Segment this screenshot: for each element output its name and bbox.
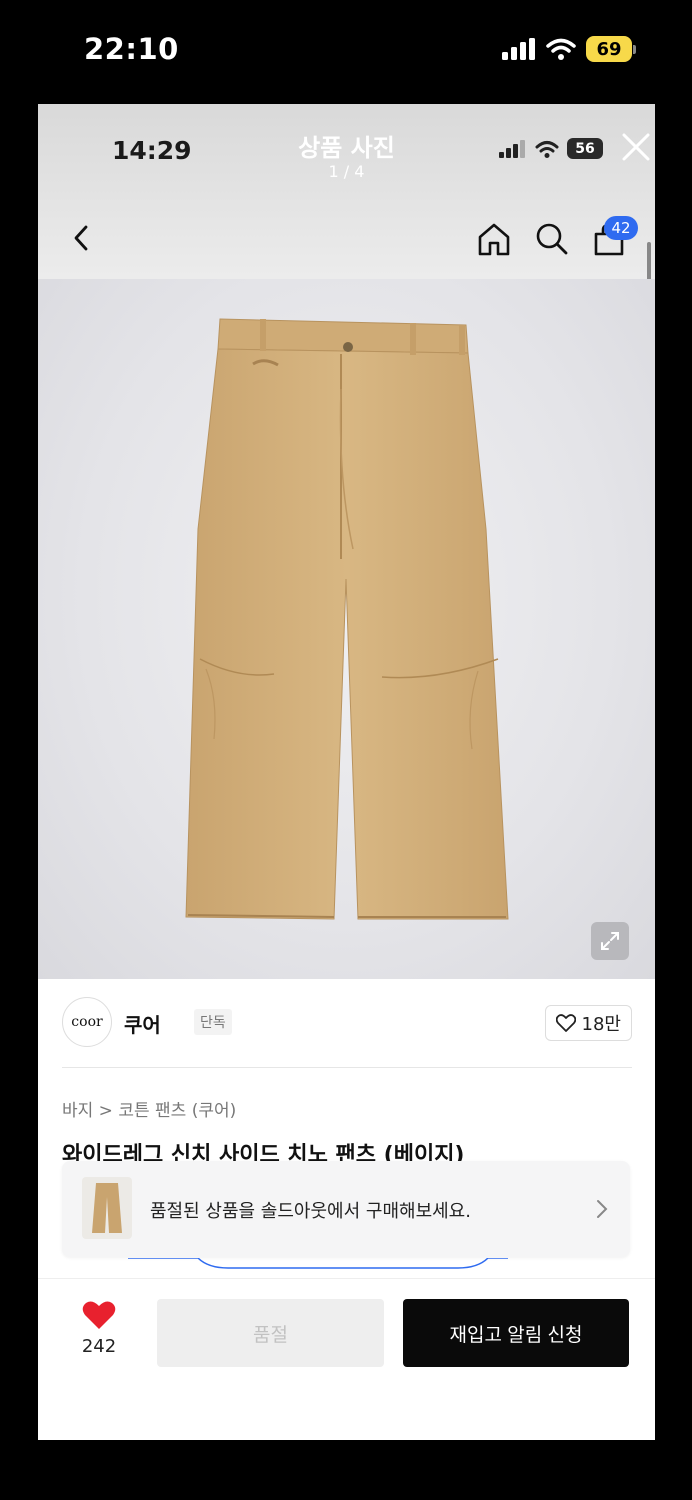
outer-status-bar: 22:10 69 [0, 0, 692, 104]
divider [62, 1067, 632, 1068]
brand-like-count: 18만 [581, 1014, 621, 1035]
expand-icon [601, 932, 619, 950]
battery-icon: 56 [567, 138, 603, 159]
close-icon[interactable] [619, 130, 653, 164]
wish-count: 242 [81, 1336, 117, 1357]
breadcrumb[interactable]: 바지 > 코튼 팬츠 (쿠어) [62, 1096, 236, 1121]
viewer-header: 14:29 상품 사진 1 / 4 56 42 [38, 104, 655, 279]
wifi-icon [546, 38, 576, 60]
wifi-icon [535, 140, 559, 158]
pants-thumbnail-image [92, 1183, 122, 1233]
bottom-bar-divider [38, 1278, 655, 1279]
expand-button[interactable] [591, 922, 629, 960]
product-photo[interactable] [38, 279, 655, 979]
toast-text: 품절된 상품을 솔드아웃에서 구매해보세요. [150, 1201, 471, 1222]
app-screen: 14:29 상품 사진 1 / 4 56 42 coor 쿠어 단독 18만 바… [38, 104, 655, 1440]
soldout-toast[interactable]: 품절된 상품을 솔드아웃에서 구매해보세요. [62, 1161, 630, 1257]
exclusive-tag: 단독 [194, 1009, 232, 1035]
hidden-content-edge [128, 1258, 508, 1269]
product-title: 와이드레그 신치 사이드 치노 팬츠 (베이지) [62, 1143, 465, 1163]
search-icon[interactable] [534, 221, 570, 257]
signal-icon [499, 139, 525, 158]
status-icons: 69 [502, 36, 636, 62]
restock-alert-button[interactable]: 재입고 알림 신청 [403, 1299, 629, 1367]
sold-out-button[interactable]: 품절 [157, 1299, 384, 1367]
brand-name[interactable]: 쿠어 [124, 1009, 161, 1038]
heart-icon [82, 1301, 116, 1329]
home-icon[interactable] [476, 221, 512, 257]
product-nav-bar [38, 209, 655, 269]
brand-logo[interactable]: coor [62, 997, 112, 1047]
wish-button[interactable]: 242 [74, 1300, 124, 1357]
battery-icon: 69 [586, 36, 632, 62]
chevron-right-icon [597, 1200, 608, 1218]
back-icon[interactable] [68, 223, 94, 253]
toast-thumbnail [82, 1177, 132, 1239]
signal-icon [502, 38, 535, 60]
brand-like-button[interactable]: 18만 [544, 1005, 632, 1041]
heart-outline-icon [555, 1014, 576, 1032]
photo-counter: 1 / 4 [328, 162, 365, 181]
brand-row: coor 쿠어 단독 18만 [62, 997, 632, 1049]
cart-count-badge: 42 [604, 216, 638, 240]
status-time: 22:10 [84, 32, 179, 66]
inner-status-icons: 56 [499, 138, 603, 159]
pants-image [185, 318, 509, 920]
